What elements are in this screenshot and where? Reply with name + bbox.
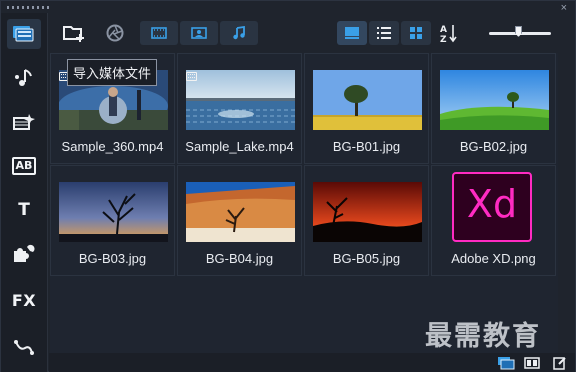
video-filter-icon: [151, 27, 167, 39]
media-item-name: Adobe XD.png: [451, 251, 536, 266]
watermark: 最需教育: [425, 321, 541, 352]
edit-icon: [553, 356, 566, 370]
transition-icon: [13, 114, 35, 130]
thumbnail: Xd: [452, 172, 536, 244]
media-library-icon: [13, 26, 34, 42]
media-item-bg-b02[interactable]: BG-B02.jpg: [431, 53, 556, 164]
media-item-adobe-xd[interactable]: Xd Adobe XD.png: [431, 165, 556, 276]
list-view-icon: [377, 27, 391, 39]
view-list-button[interactable]: [369, 21, 399, 45]
sidebar-item-text[interactable]: T: [7, 195, 41, 225]
filter-photo-button[interactable]: [180, 21, 218, 45]
sidebar-item-motion[interactable]: [7, 333, 41, 363]
media-item-sample-lake[interactable]: Sample_Lake.mp4: [177, 53, 302, 164]
title-ab-icon: AB: [11, 157, 37, 175]
thumbnail: [440, 70, 549, 130]
video-badge-icon: [186, 72, 197, 81]
media-library-small-icon: [498, 356, 515, 369]
sidebar-item-graphics[interactable]: [7, 239, 41, 269]
import-media-button[interactable]: [61, 21, 87, 45]
media-item-name: Sample_360.mp4: [61, 139, 164, 154]
sort-az-icon: A Z: [440, 25, 457, 43]
puzzle-icon: [14, 244, 35, 262]
panel-grip[interactable]: [7, 6, 51, 9]
view-thumbnail-button[interactable]: [337, 21, 367, 45]
aperture-icon: [106, 24, 124, 42]
xd-logo-text: Xd: [466, 182, 518, 226]
folder-add-icon: [63, 26, 84, 42]
media-item-name: BG-B05.jpg: [332, 251, 401, 266]
close-icon[interactable]: ×: [561, 3, 567, 14]
split-view-icon: [524, 356, 540, 369]
media-library-window: × AB T FX A Z Sample_360.mp4 Sample_Lake…: [0, 0, 576, 372]
media-item-name: BG-B02.jpg: [459, 139, 528, 154]
fx-icon: FX: [11, 290, 37, 310]
photo-filter-icon: [191, 27, 207, 39]
media-item-bg-b01[interactable]: BG-B01.jpg: [304, 53, 429, 164]
capture-button[interactable]: [103, 21, 127, 45]
media-item-name: BG-B04.jpg: [205, 251, 274, 266]
media-item-name: Sample_Lake.mp4: [185, 139, 294, 154]
slider-handle[interactable]: [515, 26, 522, 37]
view-grid-button[interactable]: [401, 21, 431, 45]
sidebar-item-filters[interactable]: FX: [7, 285, 41, 315]
media-item-bg-b03[interactable]: BG-B03.jpg: [50, 165, 175, 276]
edit-button[interactable]: [551, 355, 569, 370]
text-t-icon: T: [18, 200, 30, 220]
sort-button[interactable]: A Z: [437, 21, 461, 45]
media-grid: Sample_360.mp4 Sample_Lake.mp4 BG-B01.jp…: [50, 53, 558, 353]
thumbnail-view-icon: [345, 27, 359, 39]
filter-video-button[interactable]: [140, 21, 178, 45]
split-view-button[interactable]: [523, 355, 541, 370]
sidebar-item-audio[interactable]: [7, 63, 41, 93]
thumbnail: [186, 70, 295, 130]
sidebar-item-media[interactable]: [7, 19, 41, 49]
motion-path-icon: [14, 340, 34, 355]
music-note-icon: [15, 69, 32, 86]
filter-audio-button[interactable]: [220, 21, 258, 45]
svg-text:Z: Z: [440, 35, 447, 43]
thumbnail: [186, 182, 295, 242]
svg-text:A: A: [440, 25, 447, 35]
sidebar-item-transition[interactable]: [7, 107, 41, 137]
library-sidebar: AB T FX: [1, 13, 48, 372]
media-item-name: BG-B01.jpg: [332, 139, 401, 154]
grid-view-icon: [410, 27, 422, 39]
sidebar-item-title[interactable]: AB: [7, 151, 41, 181]
thumbnail: [313, 70, 422, 130]
media-item-bg-b04[interactable]: BG-B04.jpg: [177, 165, 302, 276]
thumbnail: [59, 182, 168, 242]
import-tooltip: 导入媒体文件: [67, 59, 158, 86]
thumbnail: [313, 182, 422, 242]
library-panel-button[interactable]: [497, 355, 515, 370]
library-toolbar: A Z: [49, 13, 575, 53]
library-bottom-bar: [49, 353, 575, 372]
media-item-bg-b05[interactable]: BG-B05.jpg: [304, 165, 429, 276]
media-item-name: BG-B03.jpg: [78, 251, 147, 266]
audio-filter-icon: [233, 26, 245, 40]
